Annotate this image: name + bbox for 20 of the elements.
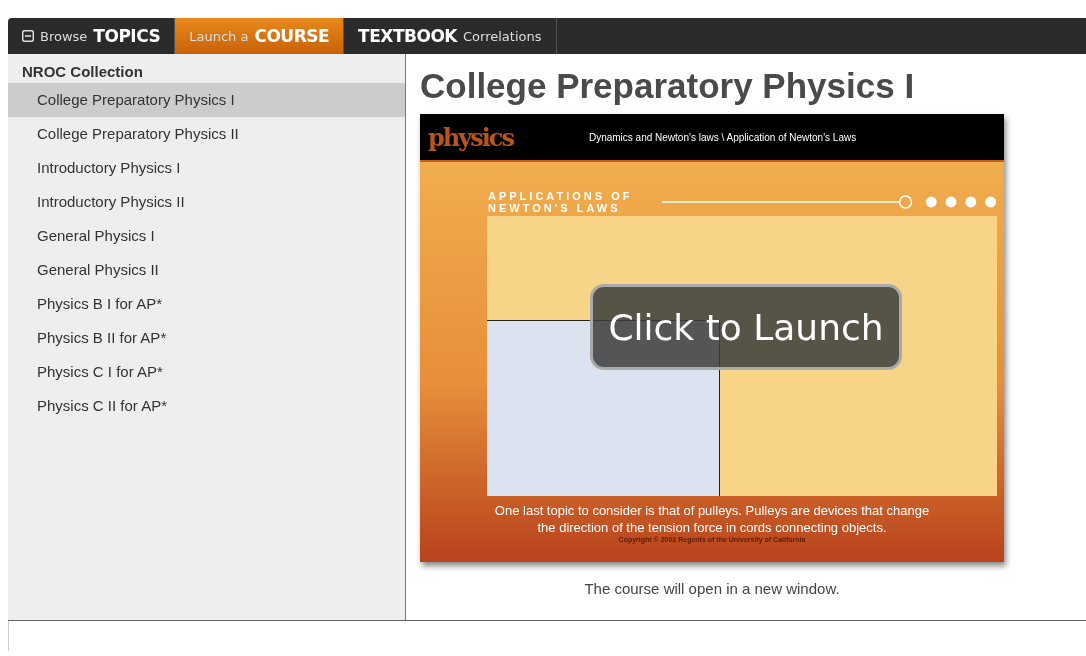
course-preview[interactable] <box>420 114 1004 562</box>
course-item[interactable]: General Physics I <box>8 219 405 253</box>
course-item[interactable]: Physics B II for AP* <box>8 321 405 355</box>
lesson-title: APPLICATIONS OF NEWTON'S LAWS <box>488 190 634 214</box>
preview-breadcrumb: Dynamics and Newton's laws \ Application of Newton's Laws <box>588 131 857 143</box>
preview-caption: One last topic to consider is that of pulleys. Pulleys are devices that change the direction of the tension force in cords connecting objects. <box>493 502 931 536</box>
open-note: The course will open in a new window. <box>583 580 841 597</box>
course-item[interactable]: College Preparatory Physics II <box>8 117 405 151</box>
course-item[interactable]: Introductory Physics II <box>8 185 405 219</box>
course-item[interactable]: General Physics II <box>8 253 405 287</box>
preview-logo: physics <box>428 122 513 152</box>
course-title: College Preparatory Physics I <box>420 68 916 104</box>
course-item[interactable]: Introductory Physics I <box>8 151 405 185</box>
launch-button[interactable]: Click to Launch <box>590 284 902 370</box>
course-item[interactable]: Physics B I for AP* <box>8 287 405 321</box>
course-item[interactable]: Physics C II for AP* <box>8 389 405 423</box>
collapse-icon <box>22 30 34 42</box>
sidebar-heading: NROC Collection <box>21 62 144 82</box>
course-item[interactable]: Physics C I for AP* <box>8 355 405 389</box>
course-item[interactable]: College Preparatory Physics I <box>8 83 405 117</box>
